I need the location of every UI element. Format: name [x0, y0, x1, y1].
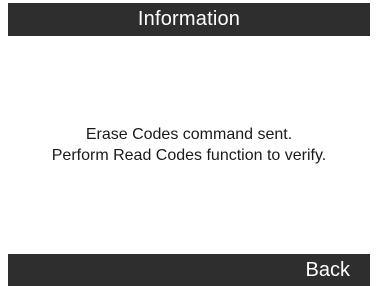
message-line-2: Perform Read Codes function to verify. — [51, 146, 327, 164]
message-panel: Erase Codes command sent. Perform Read C… — [8, 36, 370, 253]
back-button[interactable]: Back — [306, 254, 350, 286]
message-line-1: Erase Codes command sent. — [85, 125, 293, 143]
page-title: Information — [137, 8, 241, 30]
soft-key-bar: Back — [8, 254, 370, 286]
info-message: Erase Codes command sent. Perform Read C… — [52, 124, 327, 166]
device-screen: Information Erase Codes command sent. Pe… — [2, 0, 375, 286]
title-bar: Information — [8, 3, 370, 36]
